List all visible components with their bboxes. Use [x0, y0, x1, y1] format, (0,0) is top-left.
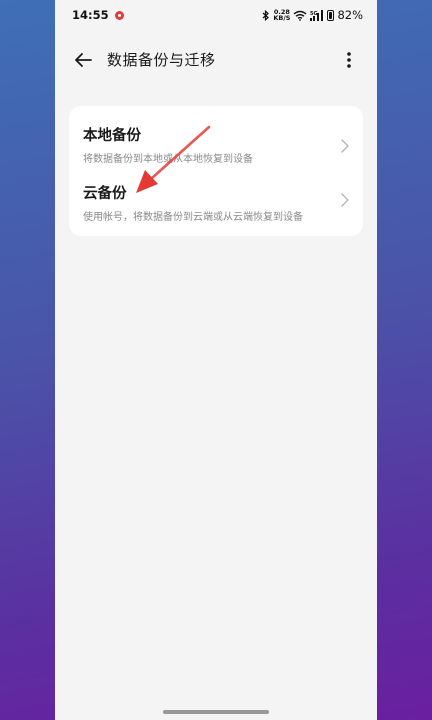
more-options-button[interactable] — [337, 48, 361, 72]
status-bar-left: 14:55 — [72, 8, 124, 22]
status-time: 14:55 — [72, 8, 109, 22]
cloud-backup-item[interactable]: 云备份 使用帐号，将数据备份到云端或从云端恢复到设备 — [69, 172, 363, 234]
battery-icon — [327, 9, 335, 21]
app-bar: 数据备份与迁移 — [55, 40, 377, 80]
phone-screen: 14:55 0.28 KB/S 5G 82% 数据备份与迁移 本地备份 将数据备… — [55, 0, 377, 720]
notification-app-icon — [114, 10, 124, 20]
local-backup-item[interactable]: 本地备份 将数据备份到本地或从本地恢复到设备 — [69, 110, 363, 172]
signal-icon: 5G — [310, 9, 324, 21]
page-title: 数据备份与迁移 — [107, 51, 216, 69]
chevron-right-icon — [341, 139, 349, 153]
chevron-right-icon — [341, 193, 349, 207]
local-backup-description: 将数据备份到本地或从本地恢复到设备 — [83, 154, 253, 165]
cloud-backup-title: 云备份 — [83, 186, 127, 202]
battery-percent: 82% — [337, 8, 363, 22]
cloud-backup-description: 使用帐号，将数据备份到云端或从云端恢复到设备 — [83, 212, 303, 223]
bluetooth-icon — [262, 9, 270, 21]
status-bar: 14:55 0.28 KB/S 5G 82% — [55, 0, 377, 30]
more-vertical-icon — [347, 52, 351, 68]
backup-options-card: 本地备份 将数据备份到本地或从本地恢复到设备 云备份 使用帐号，将数据备份到云端… — [69, 106, 363, 236]
network-speed-unit: KB/S — [273, 14, 291, 22]
local-backup-title: 本地备份 — [83, 128, 141, 144]
arrow-left-icon — [75, 53, 92, 67]
home-indicator[interactable] — [163, 710, 269, 714]
wifi-icon — [293, 10, 307, 21]
network-speed: 0.28 KB/S — [273, 8, 291, 22]
back-button[interactable] — [71, 48, 95, 72]
status-bar-right: 0.28 KB/S 5G 82% — [262, 8, 363, 22]
